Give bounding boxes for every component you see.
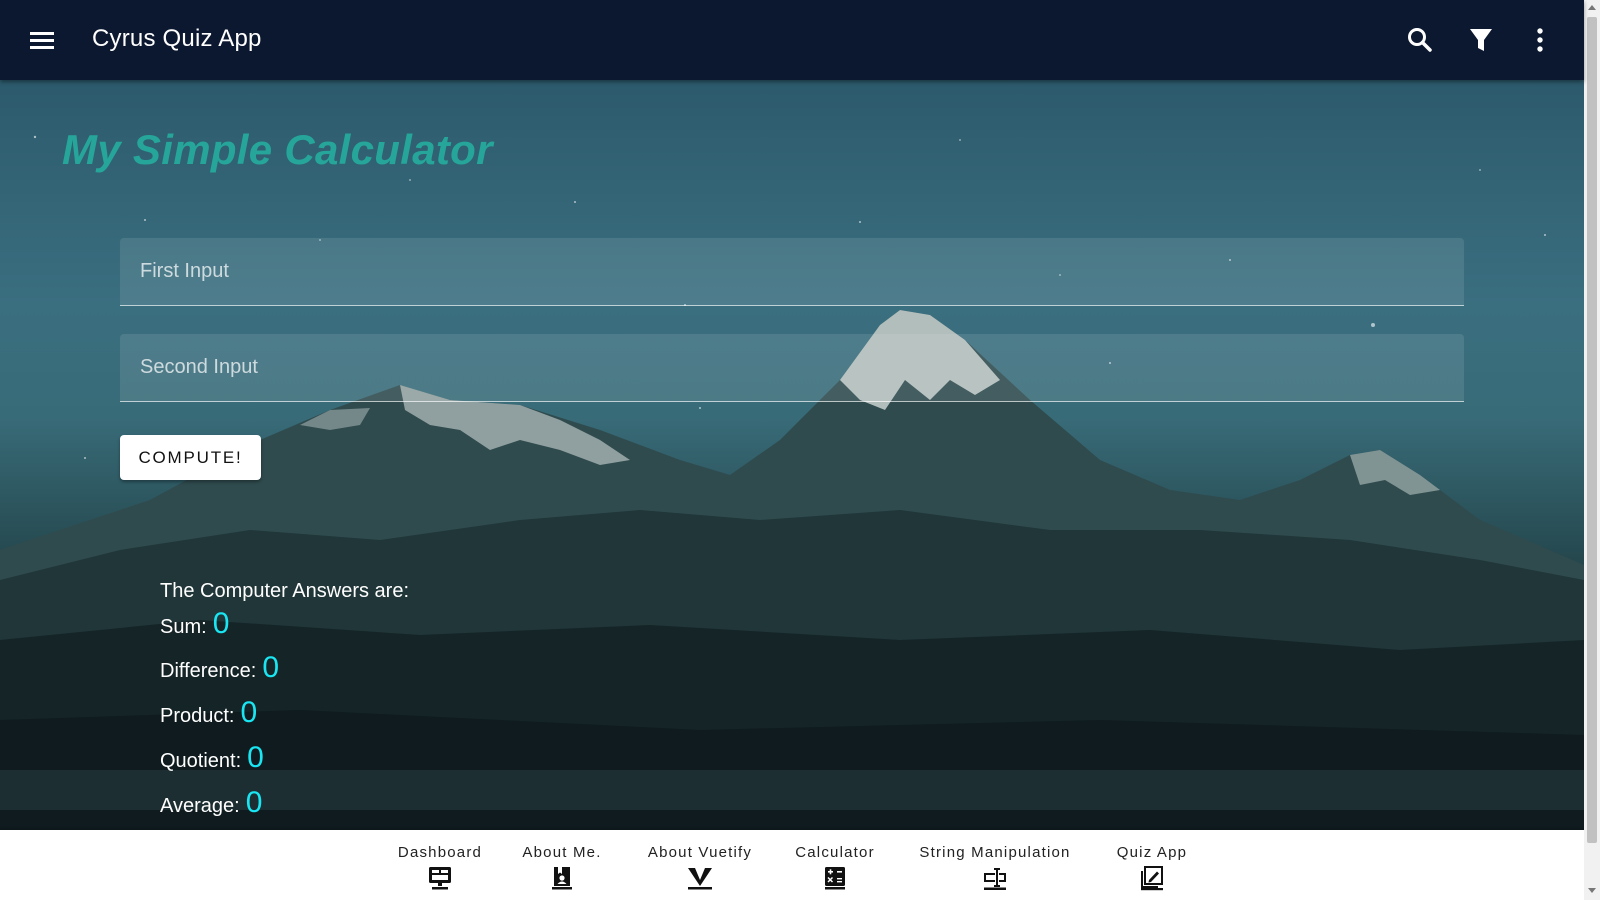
nav-item-dashboard[interactable]: Dashboard — [390, 830, 490, 900]
result-difference: Difference: 0 — [160, 651, 279, 685]
nav-item-label: Calculator — [795, 844, 875, 861]
result-label: Product: — [160, 705, 235, 727]
bottom-navigation: Dashboard About Me. About Vuetify Calcul… — [0, 830, 1584, 900]
result-quotient: Quotient: 0 — [160, 741, 264, 775]
search-icon[interactable] — [1402, 22, 1438, 58]
result-label: Difference: — [160, 660, 257, 682]
nav-item-label: About Me. — [522, 844, 602, 861]
result-product: Product: 0 — [160, 696, 257, 730]
app-title: Cyrus Quiz App — [92, 25, 262, 52]
nav-item-label: String Manipulation — [919, 844, 1071, 861]
nav-item-quiz-app[interactable]: Quiz App — [1100, 830, 1204, 900]
calculator-icon — [822, 865, 848, 891]
hamburger-menu-icon[interactable] — [26, 24, 58, 56]
nav-item-label: Quiz App — [1116, 844, 1188, 861]
second-input-field — [120, 334, 1464, 402]
nav-item-string-manipulation[interactable]: String Manipulation — [915, 830, 1075, 900]
more-vertical-icon[interactable] — [1522, 22, 1558, 58]
chart-box-edit-icon — [1139, 865, 1165, 891]
form-textbox-icon — [982, 865, 1008, 891]
first-input[interactable] — [120, 238, 1464, 305]
second-input[interactable] — [120, 334, 1464, 401]
result-label: Sum: — [160, 616, 207, 638]
nav-item-about-vuetify[interactable]: About Vuetify — [640, 830, 760, 900]
result-sum: Sum: 0 — [160, 607, 229, 641]
result-label: Average: — [160, 795, 240, 817]
nav-item-label: About Vuetify — [647, 844, 753, 861]
compute-button[interactable]: COMPUTE! — [120, 435, 261, 480]
nav-item-calculator[interactable]: Calculator — [785, 830, 885, 900]
nav-item-label: Dashboard — [397, 844, 483, 861]
results-intro: The Computer Answers are: — [160, 580, 409, 602]
result-value: 0 — [262, 651, 280, 684]
result-average: Average: 0 — [160, 786, 262, 820]
main-content: My Simple Calculator COMPUTE! The Comput… — [0, 80, 1584, 830]
result-value: 0 — [212, 607, 230, 640]
app-bar: Cyrus Quiz App — [0, 0, 1584, 80]
scroll-down-icon[interactable] — [1588, 888, 1596, 893]
page-heading: My Simple Calculator — [62, 126, 493, 173]
result-value: 0 — [240, 696, 258, 729]
scroll-up-icon[interactable] — [1588, 5, 1596, 10]
filter-icon[interactable] — [1463, 22, 1499, 58]
vuetify-icon — [687, 865, 713, 891]
first-input-field — [120, 238, 1464, 306]
scrollbar-thumb[interactable] — [1587, 17, 1597, 843]
result-value: 0 — [247, 741, 264, 774]
result-value: 0 — [245, 786, 263, 819]
book-account-icon — [549, 865, 575, 891]
monitor-dashboard-icon — [427, 865, 453, 891]
vertical-scrollbar[interactable] — [1584, 0, 1600, 900]
result-label: Quotient: — [160, 750, 242, 772]
nav-item-about-me[interactable]: About Me. — [517, 830, 607, 900]
